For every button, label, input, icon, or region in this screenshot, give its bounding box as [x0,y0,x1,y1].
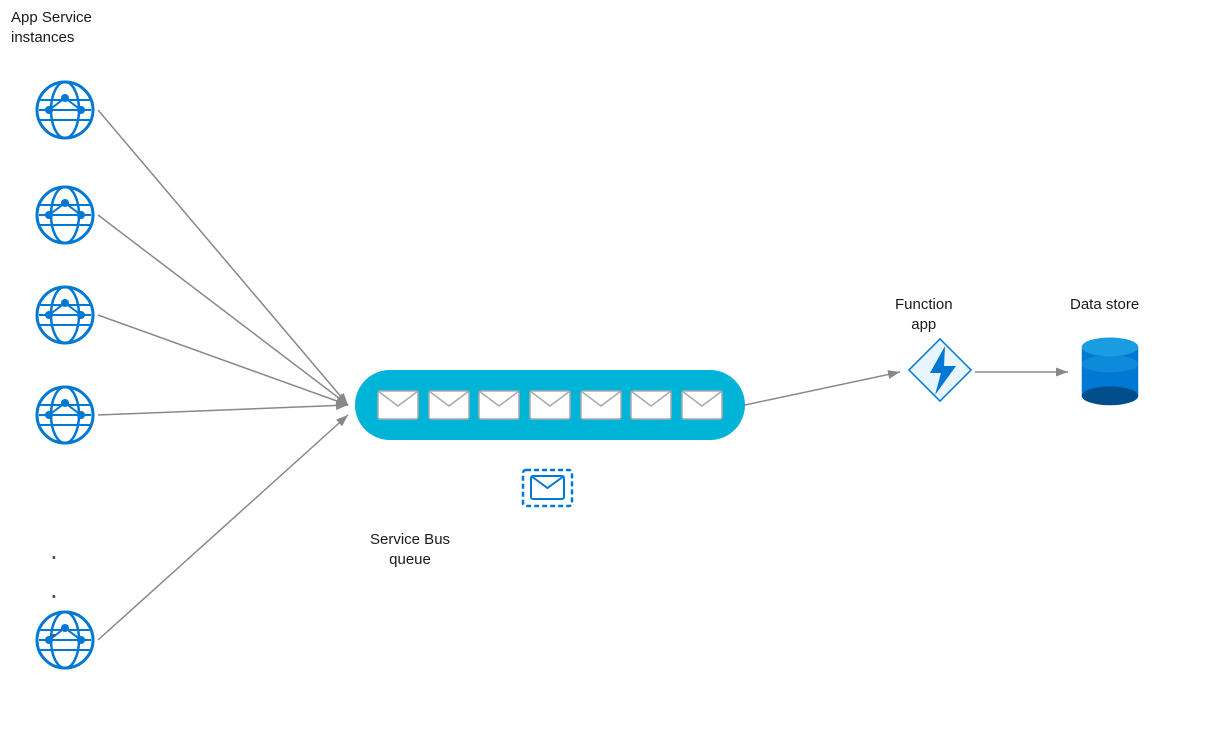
globe-icon-1 [35,80,95,140]
globe-icon-3 [35,285,95,345]
envelope-6 [630,390,672,420]
data-store-icon [1075,330,1145,410]
app-service-label: App Serviceinstances [11,8,92,47]
envelope-4 [529,390,571,420]
service-bus-queue-container [355,370,745,440]
envelope-7 [681,390,723,420]
function-app-label: Functionapp [895,295,953,334]
globe-icon-5 [35,610,95,670]
diagram-container: App Serviceinstances [0,0,1216,745]
envelope-1 [377,390,419,420]
function-app-icon [908,338,973,403]
service-bus-label: Service Busqueue [370,530,450,569]
envelope-3 [478,390,520,420]
envelope-5 [580,390,622,420]
dots-indicator: ... [50,530,60,648]
data-store-label: Data store [1070,295,1139,315]
envelope-2 [428,390,470,420]
globe-icon-4 [35,385,95,445]
globe-icon-2 [35,185,95,245]
service-bus-icon [520,460,575,515]
